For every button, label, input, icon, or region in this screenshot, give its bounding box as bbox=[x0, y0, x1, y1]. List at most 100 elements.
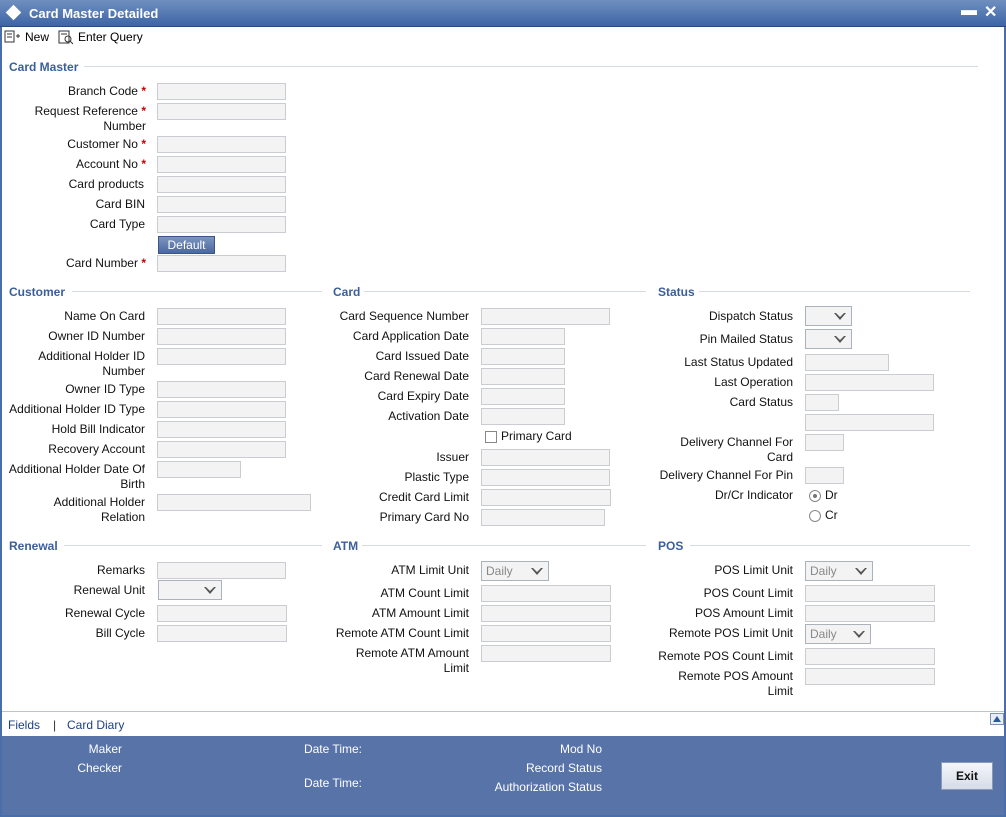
card-renewal-date-label: Card Renewal Date bbox=[364, 369, 469, 383]
owner-id-number-field[interactable] bbox=[157, 328, 286, 345]
remote-pos-amount-limit-label: Remote POS Amount Limit bbox=[678, 669, 793, 698]
record-status-label: Record Status bbox=[525, 761, 602, 775]
pin-mailed-status-select[interactable] bbox=[805, 329, 852, 349]
chevron-down-icon bbox=[855, 568, 867, 575]
primary-card-label: Primary Card bbox=[501, 429, 572, 443]
renewal-cycle-label: Renewal Cycle bbox=[64, 606, 145, 620]
dr-radio[interactable] bbox=[809, 490, 821, 502]
bill-cycle-field[interactable] bbox=[157, 625, 287, 642]
card-bin-field[interactable] bbox=[157, 196, 286, 213]
card-products-field[interactable] bbox=[157, 176, 286, 193]
atm-amount-limit-field[interactable] bbox=[481, 605, 611, 622]
section-customer: Customer bbox=[9, 285, 66, 299]
renewal-cycle-field[interactable] bbox=[157, 605, 287, 622]
card-number-field[interactable] bbox=[157, 255, 286, 272]
maker-date-time-label: Date Time: bbox=[303, 742, 362, 756]
branch-code-field[interactable] bbox=[157, 83, 286, 100]
pos-amount-limit-field[interactable] bbox=[805, 605, 935, 622]
chevron-down-icon bbox=[853, 631, 865, 638]
section-status: Status bbox=[658, 285, 695, 299]
delivery-channel-card-field[interactable] bbox=[805, 434, 844, 451]
card-diary-link[interactable]: Card Diary bbox=[67, 718, 124, 732]
account-no-field[interactable] bbox=[157, 156, 286, 173]
remote-atm-amount-limit-label: Remote ATM Amount Limit bbox=[355, 646, 469, 675]
window-diamond-icon bbox=[5, 4, 22, 21]
atm-limit-unit-select[interactable]: Daily bbox=[481, 561, 549, 581]
divider bbox=[362, 545, 646, 546]
pos-limit-unit-select[interactable]: Daily bbox=[805, 561, 873, 581]
card-type-field[interactable] bbox=[157, 216, 286, 233]
remote-pos-limit-unit-value: Daily bbox=[810, 627, 837, 641]
enter-query-button[interactable]: Enter Query bbox=[58, 28, 143, 46]
remote-atm-count-limit-field[interactable] bbox=[481, 625, 611, 642]
renewal-unit-label: Renewal Unit bbox=[73, 583, 145, 597]
remote-pos-amount-limit-field[interactable] bbox=[805, 668, 935, 685]
cr-radio[interactable] bbox=[809, 510, 821, 522]
primary-card-no-field[interactable] bbox=[481, 509, 605, 526]
activation-date-field[interactable] bbox=[481, 408, 565, 425]
pos-count-limit-label: POS Count Limit bbox=[703, 586, 793, 600]
recovery-account-field[interactable] bbox=[157, 441, 286, 458]
remote-pos-limit-unit-select[interactable]: Daily bbox=[805, 624, 871, 644]
recovery-account-label: Recovery Account bbox=[48, 442, 145, 456]
maker-label: Maker bbox=[88, 742, 122, 756]
divider bbox=[64, 545, 322, 546]
exit-button[interactable]: Exit bbox=[941, 762, 993, 790]
owner-id-type-label: Owner ID Type bbox=[65, 382, 145, 396]
collapse-up-icon[interactable] bbox=[990, 713, 1004, 725]
pos-count-limit-field[interactable] bbox=[805, 585, 935, 602]
card-expiry-date-field[interactable] bbox=[481, 388, 565, 405]
chevron-down-icon bbox=[834, 313, 846, 320]
card-status-desc-field[interactable] bbox=[805, 414, 934, 431]
additional-holder-dob-field[interactable] bbox=[157, 461, 241, 478]
request-reference-field[interactable] bbox=[157, 103, 286, 120]
card-renewal-date-field[interactable] bbox=[481, 368, 565, 385]
new-button[interactable]: New bbox=[4, 28, 49, 46]
remote-pos-count-limit-field[interactable] bbox=[805, 648, 935, 665]
remarks-field[interactable] bbox=[157, 562, 286, 579]
section-card-master: Card Master bbox=[9, 60, 79, 74]
bill-cycle-label: Bill Cycle bbox=[95, 626, 145, 640]
additional-holder-id-number-field[interactable] bbox=[157, 348, 286, 365]
additional-holder-id-type-field[interactable] bbox=[157, 401, 286, 418]
card-sequence-number-label: Card Sequence Number bbox=[339, 309, 469, 323]
issuer-label: Issuer bbox=[436, 450, 469, 464]
minimize-button[interactable]: ▬ bbox=[961, 2, 977, 20]
card-application-date-field[interactable] bbox=[481, 328, 565, 345]
owner-id-type-field[interactable] bbox=[157, 381, 286, 398]
card-issued-date-field[interactable] bbox=[481, 348, 565, 365]
window-title-bar: Card Master Detailed ▬ ✕ bbox=[0, 0, 1006, 27]
remarks-label: Remarks bbox=[96, 563, 145, 577]
customer-no-field[interactable] bbox=[157, 136, 286, 153]
default-button[interactable]: Default bbox=[158, 236, 215, 254]
credit-card-limit-field[interactable] bbox=[481, 489, 611, 506]
additional-holder-relation-field[interactable] bbox=[157, 494, 311, 511]
card-sequence-number-field[interactable] bbox=[481, 308, 610, 325]
issuer-field[interactable] bbox=[481, 449, 610, 466]
divider bbox=[84, 66, 978, 67]
remote-pos-limit-unit-label: Remote POS Limit Unit bbox=[668, 626, 793, 640]
name-on-card-label: Name On Card bbox=[64, 309, 145, 323]
fields-link[interactable]: Fields bbox=[8, 718, 40, 732]
remote-atm-amount-limit-field[interactable] bbox=[481, 645, 611, 662]
close-button[interactable]: ✕ bbox=[984, 2, 997, 22]
authorization-status-label: Authorization Status bbox=[494, 780, 602, 794]
last-status-updated-field[interactable] bbox=[805, 354, 889, 371]
atm-count-limit-field[interactable] bbox=[481, 585, 611, 602]
renewal-unit-select[interactable] bbox=[158, 580, 222, 600]
section-renewal: Renewal bbox=[9, 539, 58, 553]
plastic-type-field[interactable] bbox=[481, 469, 610, 486]
delivery-channel-pin-field[interactable] bbox=[805, 467, 844, 484]
hold-bill-indicator-field[interactable] bbox=[157, 421, 286, 438]
primary-card-checkbox[interactable] bbox=[485, 431, 497, 443]
card-status-code-field[interactable] bbox=[805, 394, 839, 411]
last-operation-field[interactable] bbox=[805, 374, 934, 391]
divider bbox=[72, 291, 322, 292]
atm-limit-unit-label: ATM Limit Unit bbox=[391, 563, 469, 577]
pin-mailed-status-label: Pin Mailed Status bbox=[699, 332, 793, 346]
dr-label: Dr bbox=[825, 488, 838, 502]
dispatch-status-select[interactable] bbox=[805, 306, 852, 326]
dispatch-status-label: Dispatch Status bbox=[708, 309, 793, 323]
delivery-channel-pin-label: Delivery Channel For Pin bbox=[659, 468, 793, 482]
name-on-card-field[interactable] bbox=[157, 308, 286, 325]
